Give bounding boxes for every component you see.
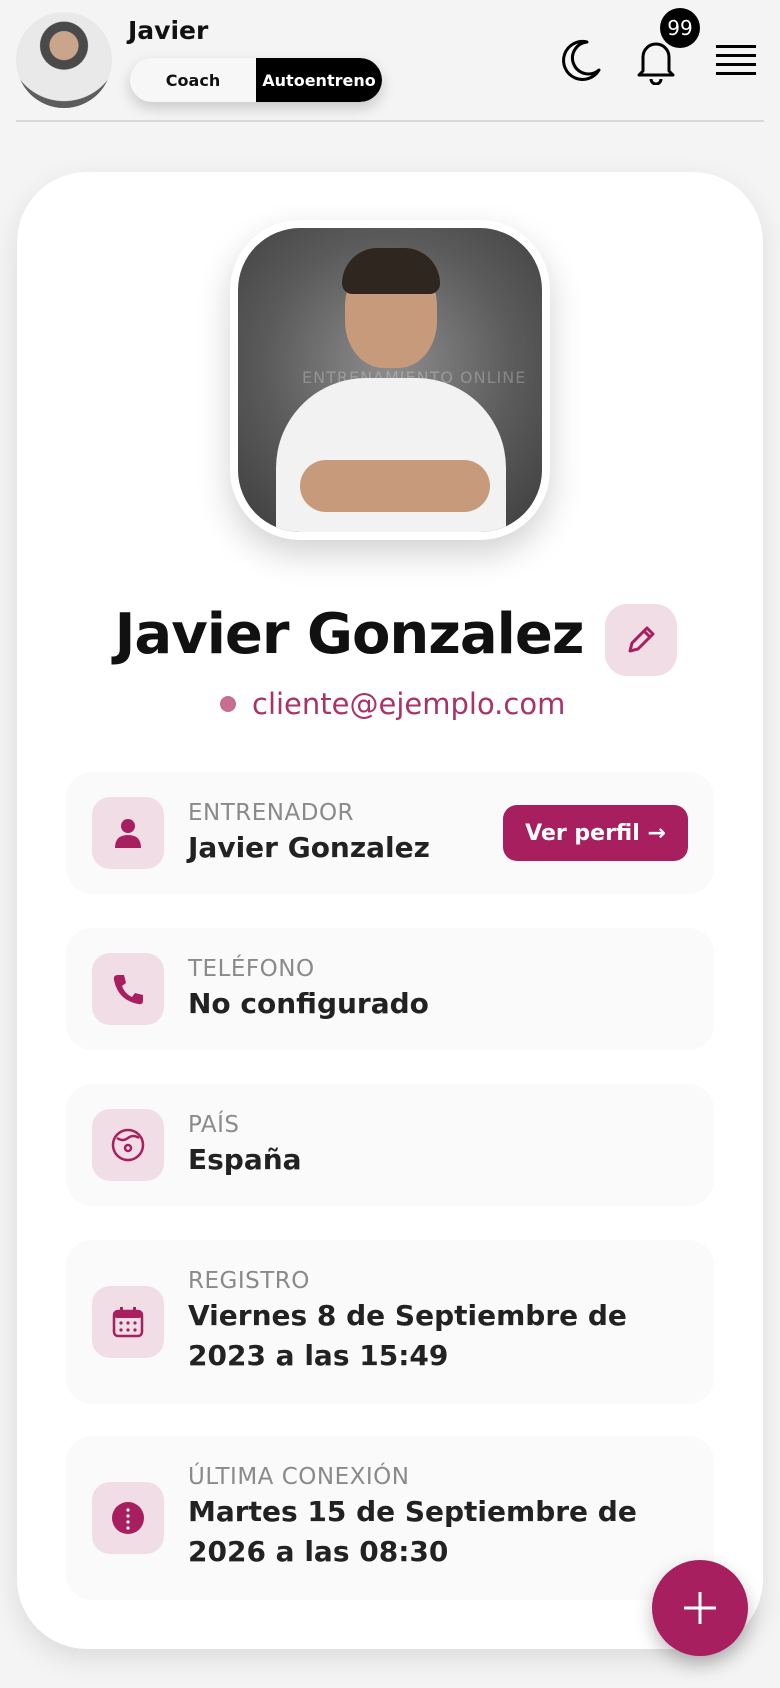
add-button[interactable] [652,1560,748,1656]
registered-icon-box [92,1286,164,1358]
last-seen-label: ÚLTIMA CONEXIÓN [188,1464,410,1490]
edit-profile-button[interactable] [605,604,677,676]
avatar[interactable] [16,12,112,108]
country-card: PAÍS España [66,1084,714,1206]
pencil-icon [628,626,655,653]
last-seen-value: Martes 15 de Septiembre de 2026 a las 08… [188,1495,637,1568]
status-dot [220,696,236,712]
country-icon-box [92,1109,164,1181]
phone-icon-box [92,953,164,1025]
info-icon [112,1502,144,1534]
registered-value: Viernes 8 de Septiembre de 2023 a las 15… [188,1299,627,1372]
mode-toggle: Coach Autoentreno [130,58,382,102]
top-header: Javier Coach Autoentreno 99 [0,0,780,122]
phone-value: No configurado [188,987,429,1020]
phone-card: TELÉFONO No configurado [66,928,714,1050]
mode-autoentreno-button[interactable]: Autoentreno [256,58,382,102]
country-value: España [188,1143,302,1176]
moon-icon [562,40,601,81]
plus-icon [684,1592,716,1624]
trainer-icon-box [92,797,164,869]
user-icon [115,819,141,848]
registered-card: REGISTRO Viernes 8 de Septiembre de 2023… [66,1240,714,1404]
notification-badge: 99 [660,8,700,48]
country-label: PAÍS [188,1112,240,1138]
last-seen-icon-box [92,1482,164,1554]
header-user-name: Javier [128,16,209,45]
menu-button[interactable] [708,32,764,88]
trainer-card: ENTRENADOR Javier Gonzalez Ver perfil → [66,772,714,894]
phone-label: TELÉFONO [188,956,315,982]
header-divider [16,120,764,122]
last-seen-card: ÚLTIMA CONEXIÓN Martes 15 de Septiembre … [66,1436,714,1600]
profile-photo-frame: ENTRENAMIENTO ONLINE [230,220,550,540]
globe-icon [111,1128,145,1162]
phone-icon [113,975,143,1005]
profile-email[interactable]: cliente@ejemplo.com [252,687,565,721]
registered-label: REGISTRO [188,1268,310,1294]
menu-icon [716,45,756,75]
calendar-icon [112,1307,144,1338]
email-row: cliente@ejemplo.com [220,684,565,724]
trainer-label: ENTRENADOR [188,800,355,826]
mode-coach-button[interactable]: Coach [130,58,256,102]
dark-mode-button[interactable] [553,32,609,88]
profile-photo[interactable]: ENTRENAMIENTO ONLINE [238,228,542,532]
view-profile-button[interactable]: Ver perfil → [503,805,688,861]
